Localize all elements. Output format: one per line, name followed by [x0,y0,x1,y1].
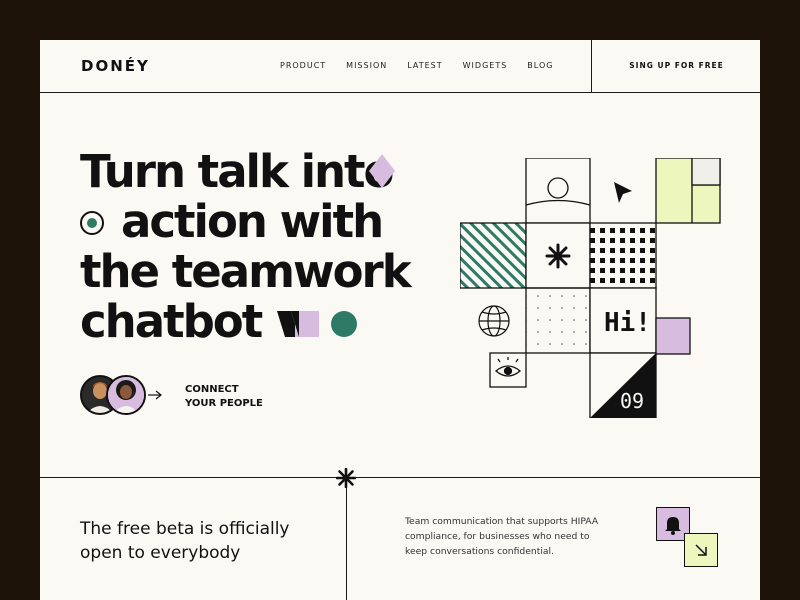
illustration-grid: Hi! 09 [460,158,721,418]
avatar[interactable] [106,375,146,415]
target-icon [80,211,104,235]
headline-line-3: the teamwork [80,245,412,298]
arrow-right-icon[interactable] [148,390,162,400]
landing-page: DONÉY PRODUCT MISSION LATEST WIDGETS BLO… [40,40,760,600]
logo[interactable]: DONÉY [81,57,150,75]
connect-line-1: CONNECT [185,384,239,395]
desc-line-3: keep conversations confidential. [405,546,554,557]
star-icon [545,243,571,269]
diamond-icon [369,154,395,188]
beta-line-2: open to everybody [80,543,241,563]
header: DONÉY PRODUCT MISSION LATEST WIDGETS BLO… [40,40,760,93]
headline-line-4: chatbot [80,295,263,348]
nav-latest[interactable]: LATEST [407,61,442,70]
main-nav: PRODUCT MISSION LATEST WIDGETS BLOG [280,61,553,70]
desc-line-2: compliance, for businesses who need to [405,531,590,542]
nav-widgets[interactable]: WIDGETS [463,61,508,70]
green-dot [331,311,357,337]
signup-area: SING UP FOR FREE [591,40,760,92]
description: Team communication that supports HIPAA c… [405,514,605,559]
nav-mission[interactable]: MISSION [346,61,387,70]
cursor-icon [614,182,632,203]
arrow-down-right-icon [695,544,707,556]
beta-announcement: The free beta is officially open to ever… [80,517,290,565]
desc-line-1: Team communication that supports HIPAA [405,516,599,527]
nav-product[interactable]: PRODUCT [280,61,326,70]
headline-line-1: Turn talk into [80,145,394,198]
counter-text: 09 [620,389,644,413]
beta-line-1: The free beta is officially [80,519,290,539]
nav-blog[interactable]: BLOG [527,61,553,70]
headline-line-2: action with [121,195,384,248]
divider-vertical [346,477,347,600]
divider-horizontal [40,477,760,478]
open-button[interactable] [684,533,718,567]
signup-button[interactable]: SING UP FOR FREE [592,61,760,70]
connect-line-2: YOUR PEOPLE [185,398,263,409]
globe-icon [478,305,510,337]
person-icon [108,377,144,413]
decorative-shape [277,311,319,337]
connect-label[interactable]: CONNECT YOUR PEOPLE [185,383,263,411]
star-icon [336,468,356,488]
hi-text: Hi! [604,308,651,338]
